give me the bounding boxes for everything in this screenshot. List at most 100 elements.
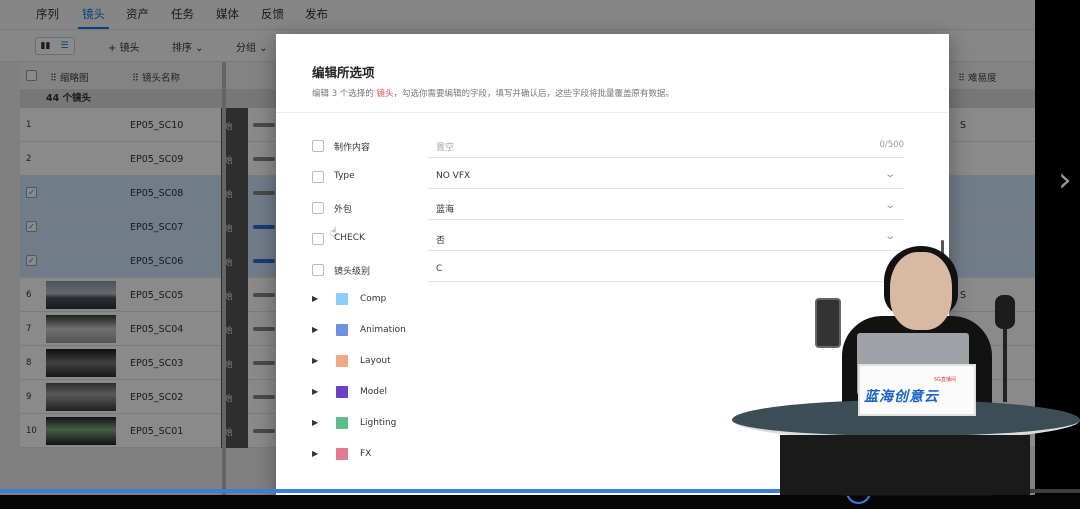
row-checkbox[interactable]: ✓: [26, 187, 37, 198]
next-chevron-icon[interactable]: ›: [1058, 160, 1072, 200]
row-shot-name[interactable]: EP05_SC04: [130, 324, 183, 335]
row-thumbnail[interactable]: [46, 315, 116, 343]
field-value: C: [436, 264, 443, 274]
field-label: CHECK: [334, 233, 365, 243]
category-color-swatch: [336, 448, 348, 460]
row-index: 8: [26, 358, 32, 368]
expand-arrow-icon[interactable]: ▶: [312, 387, 318, 396]
row-checkbox[interactable]: ✓: [26, 221, 37, 232]
row-thumbnail[interactable]: [46, 383, 116, 411]
row-shot-name[interactable]: EP05_SC05: [130, 290, 183, 301]
video-bottom-margin: [0, 495, 1080, 509]
category-row[interactable]: ▶ Lighting: [312, 415, 512, 435]
category-row[interactable]: ▶ Comp: [312, 291, 512, 311]
field-checkbox[interactable]: [312, 171, 324, 183]
chevron-down-icon[interactable]: ⌄: [884, 200, 896, 211]
row-index: 10: [26, 426, 37, 436]
nav-tab-3[interactable]: 任务: [171, 6, 194, 22]
nav-tab-2[interactable]: 资产: [126, 6, 149, 22]
top-nav: 序列 镜头 资产 任务 媒体 反馈 发布: [0, 0, 1035, 30]
expand-arrow-icon[interactable]: ▶: [312, 356, 318, 365]
view-toggle[interactable]: ▮▮ ☰: [35, 37, 75, 55]
category-color-swatch: [336, 355, 348, 367]
row-thumbnail[interactable]: [46, 281, 116, 309]
nav-tab-0[interactable]: 序列: [36, 6, 59, 22]
modal-title: 编辑所选项: [312, 65, 375, 80]
expand-arrow-icon[interactable]: ▶: [312, 449, 318, 458]
nav-tab-5[interactable]: 反馈: [261, 6, 284, 22]
column-difficulty[interactable]: ⠿ 难易度: [958, 70, 996, 84]
row-index: 6: [26, 290, 32, 300]
category-label: Comp: [360, 294, 387, 304]
category-label: Lighting: [360, 418, 397, 428]
row-shot-name[interactable]: EP05_SC02: [130, 392, 183, 403]
field-input[interactable]: 置空 0/500: [428, 134, 904, 158]
category-label: Layout: [360, 356, 391, 366]
category-color-swatch: [336, 293, 348, 305]
modal-subtitle: 编辑 3 个选择的 镜头，勾选你需要编辑的字段，填写并确认后，这些字段将批量覆盖…: [312, 87, 674, 99]
row-shot-name[interactable]: EP05_SC03: [130, 358, 183, 369]
field-label: Type: [334, 171, 355, 181]
field-value: 蓝海: [436, 205, 455, 215]
chevron-down-icon[interactable]: ⌄: [884, 169, 896, 180]
microphone-icon: [995, 295, 1015, 329]
row-progress-bar: [253, 361, 275, 365]
column-thumbnail[interactable]: ⠿ 缩略图: [50, 70, 88, 84]
field-checkbox[interactable]: [312, 233, 324, 245]
category-label: FX: [360, 449, 372, 459]
row-shot-name[interactable]: EP05_SC10: [130, 120, 183, 131]
sign-badge: 5G直播间: [934, 377, 957, 383]
field-checkbox[interactable]: [312, 140, 324, 152]
field-value: NO VFX: [436, 171, 471, 181]
sign-logo: 蓝海创意云: [864, 389, 939, 405]
row-checkbox[interactable]: ✓: [26, 255, 37, 266]
category-row[interactable]: ▶ Animation: [312, 322, 512, 342]
row-index: 1: [26, 120, 32, 130]
row-shot-name[interactable]: EP05_SC08: [130, 188, 183, 199]
list-view-icon[interactable]: ☰: [55, 38, 74, 54]
category-color-swatch: [336, 324, 348, 336]
expand-arrow-icon[interactable]: ▶: [312, 325, 318, 334]
column-divider[interactable]: [222, 62, 226, 495]
row-index: 2: [26, 154, 32, 164]
category-row[interactable]: ▶ Layout: [312, 353, 512, 373]
select-all-checkbox[interactable]: [26, 70, 37, 81]
row-thumbnail[interactable]: [46, 417, 116, 445]
row-progress-bar: [253, 123, 275, 127]
phone-on-stand: [815, 298, 841, 348]
category-color-swatch: [336, 386, 348, 398]
group-button[interactable]: 分组 ⌄: [236, 39, 268, 54]
desk-sign: 5G直播间 蓝海创意云: [858, 364, 976, 416]
row-shot-name[interactable]: EP05_SC01: [130, 426, 183, 437]
row-shot-name[interactable]: EP05_SC06: [130, 256, 183, 267]
row-progress-bar: [253, 191, 275, 195]
category-row[interactable]: ▶ FX: [312, 446, 512, 466]
row-shot-name[interactable]: EP05_SC07: [130, 222, 183, 233]
nav-tab-4[interactable]: 媒体: [216, 6, 239, 22]
category-row[interactable]: ▶ Model: [312, 384, 512, 404]
field-checkbox[interactable]: [312, 264, 324, 276]
row-progress-bar: [253, 429, 275, 433]
field-label: 制作内容: [334, 143, 371, 153]
desk-base: [780, 435, 1030, 495]
nav-tab-1[interactable]: 镜头: [78, 6, 109, 29]
column-shot-name[interactable]: ⠿ 镜头名称: [132, 70, 180, 84]
nav-tab-6[interactable]: 发布: [305, 6, 328, 22]
category-label: Animation: [360, 325, 406, 335]
char-counter: 0/500: [879, 140, 905, 150]
field-select[interactable]: 蓝海 ⌄: [428, 196, 904, 220]
grid-view-icon[interactable]: ▮▮: [36, 38, 55, 54]
field-checkbox[interactable]: [312, 202, 324, 214]
field-select[interactable]: NO VFX ⌄: [428, 165, 904, 189]
row-difficulty[interactable]: S: [960, 120, 966, 131]
add-shot-button[interactable]: + 镜头: [108, 39, 140, 54]
presenter-video-overlay: 5G直播间 蓝海创意云: [720, 240, 1080, 496]
expand-arrow-icon[interactable]: ▶: [312, 418, 318, 427]
row-thumbnail[interactable]: [46, 349, 116, 377]
subtitle-suffix: ，勾选你需要编辑的字段，填写并确认后，这些字段将批量覆盖原有数据。: [393, 89, 675, 99]
expand-arrow-icon[interactable]: ▶: [312, 294, 318, 303]
row-shot-name[interactable]: EP05_SC09: [130, 154, 183, 165]
row-progress-bar: [253, 225, 275, 229]
category-label: Model: [360, 387, 388, 397]
sort-button[interactable]: 排序 ⌄: [172, 39, 204, 54]
